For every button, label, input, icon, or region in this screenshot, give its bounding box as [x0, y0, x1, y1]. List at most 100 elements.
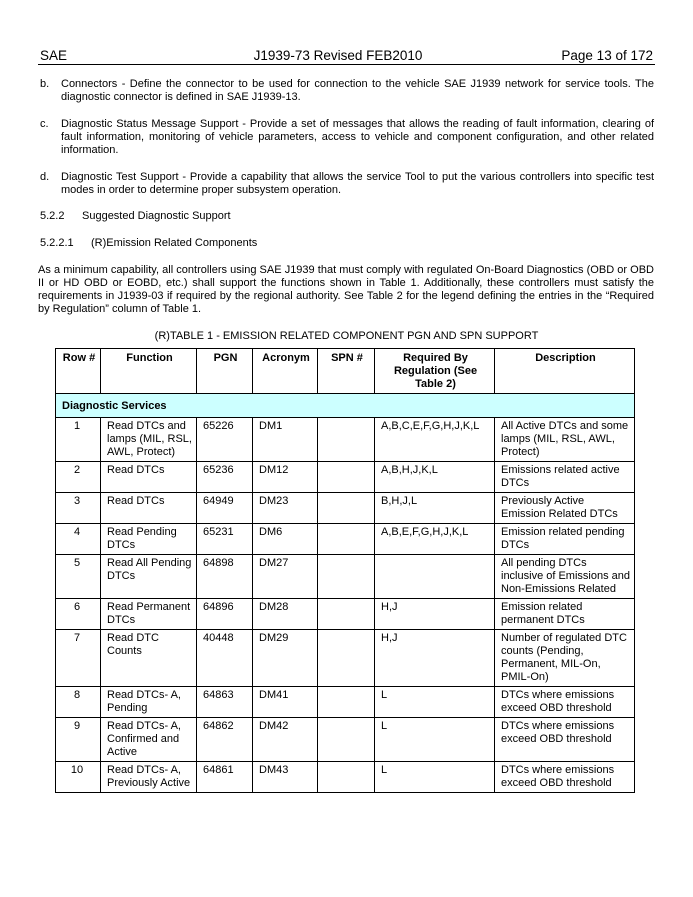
required-by-regulation-cell: L	[374, 686, 495, 718]
spn-cell	[317, 492, 375, 524]
section-title: (R)Emission Related Components	[91, 237, 258, 249]
acronym-cell: DM29	[252, 629, 318, 687]
function-cell: Read All Pending DTCs	[100, 554, 197, 599]
table-row: 7 Read DTC Counts 40448 DM29 H,J Number of re…	[55, 629, 635, 687]
function-cell: Read DTCs and lamps (MIL, RSL, AWL, Prot…	[100, 417, 197, 462]
row-number-cell: 4	[55, 523, 101, 555]
list-marker: b.	[40, 78, 50, 90]
acronym-cell: DM6	[252, 523, 318, 555]
section-title: Suggested Diagnostic Support	[82, 210, 231, 222]
required-by-regulation-cell: L	[374, 761, 495, 793]
spn-cell	[317, 761, 375, 793]
function-cell: Read DTC Counts	[100, 629, 197, 687]
header-org: SAE	[40, 48, 68, 63]
required-by-regulation-cell: A,B,C,E,F,G,H,J,K,L	[374, 417, 495, 462]
description-cell: All pending DTCs inclusive of Emissions …	[494, 554, 635, 599]
required-by-regulation-cell: A,B,E,F,G,H,J,K,L	[374, 523, 495, 555]
function-cell: Read Permanent DTCs	[100, 598, 197, 630]
description-cell: All Active DTCs and some lamps (MIL, RSL…	[494, 417, 635, 462]
pgn-cell: 65236	[196, 461, 253, 493]
list-item-text: Diagnostic Status Message Support - Prov…	[61, 118, 654, 156]
description-cell: DTCs where emissions exceed OBD threshol…	[494, 686, 635, 718]
list-marker: c.	[40, 118, 49, 130]
pgn-cell: 64898	[196, 554, 253, 599]
intro-paragraph: As a minimum capability, all controllers…	[38, 264, 654, 315]
row-number-cell: 2	[55, 461, 101, 493]
table-caption: (R)TABLE 1 - EMISSION RELATED COMPONENT …	[154, 330, 539, 342]
row-number-cell: 6	[55, 598, 101, 630]
function-cell: Read DTCs	[100, 461, 197, 493]
header-document-id: J1939-73 Revised FEB2010	[253, 48, 423, 63]
required-by-regulation-cell: B,H,J,L	[374, 492, 495, 524]
row-number-cell: 1	[55, 417, 101, 462]
acronym-cell: DM27	[252, 554, 318, 599]
pgn-cell: 65231	[196, 523, 253, 555]
required-by-regulation-cell: L	[374, 717, 495, 762]
list-item-text: Diagnostic Test Support - Provide a capa…	[61, 171, 654, 196]
spn-cell	[317, 629, 375, 687]
required-by-regulation-cell	[374, 554, 495, 599]
page-header: SAE J1939-73 Revised FEB2010 Page 13 of …	[38, 47, 655, 65]
acronym-cell: DM41	[252, 686, 318, 718]
column-header-description: Description	[494, 348, 635, 394]
table-row: 1 Read DTCs and lamps (MIL, RSL, AWL, Pro…	[55, 417, 635, 462]
acronym-cell: DM28	[252, 598, 318, 630]
function-cell: Read DTCs- A, Previously Active	[100, 761, 197, 793]
function-cell: Read DTCs- A, Pending	[100, 686, 197, 718]
pgn-cell: 64949	[196, 492, 253, 524]
table-row: 5 Read All Pending DTCs 64898 DM27 All pendi…	[55, 554, 635, 599]
acronym-cell: DM1	[252, 417, 318, 462]
section-heading-5-2-2-1: 5.2.2.1 (R)Emission Related Components	[40, 237, 257, 249]
header-page-number: Page 13 of 172	[561, 48, 653, 63]
row-number-cell: 5	[55, 554, 101, 599]
pgn-cell: 64896	[196, 598, 253, 630]
description-cell: DTCs where emissions exceed OBD threshol…	[494, 761, 635, 793]
row-number-cell: 10	[55, 761, 101, 793]
description-cell: Number of regulated DTC counts (Pending,…	[494, 629, 635, 687]
pgn-cell: 64861	[196, 761, 253, 793]
pgn-spn-support-table: Row # Function PGN Acronym SPN # Require…	[55, 348, 635, 793]
column-header-function: Function	[100, 348, 197, 394]
table-row: 3 Read DTCs 64949 DM23 B,H,J,L Previously Act…	[55, 492, 635, 524]
table-row: 4 Read Pending DTCs 65231 DM6 A,B,E,F,G,H,J,…	[55, 523, 635, 555]
list-item-text: Connectors - Define the connector to be …	[61, 78, 654, 103]
table-row: 9 Read DTCs- A, Confirmed and Active 64862…	[55, 717, 635, 762]
acronym-cell: DM12	[252, 461, 318, 493]
description-cell: Emissions related active DTCs	[494, 461, 635, 493]
spn-cell	[317, 717, 375, 762]
function-cell: Read Pending DTCs	[100, 523, 197, 555]
table-row: 8 Read DTCs- A, Pending 64863 DM41 L DTCs whe…	[55, 686, 635, 718]
required-by-regulation-cell: H,J	[374, 598, 495, 630]
spn-cell	[317, 598, 375, 630]
required-by-regulation-cell: A,B,H,J,K,L	[374, 461, 495, 493]
table-row: 10 Read DTCs- A, Previously Active 64861 DM…	[55, 761, 635, 793]
acronym-cell: DM42	[252, 717, 318, 762]
row-number-cell: 8	[55, 686, 101, 718]
acronym-cell: DM43	[252, 761, 318, 793]
spn-cell	[317, 686, 375, 718]
description-cell: Emission related permanent DTCs	[494, 598, 635, 630]
row-number-cell: 3	[55, 492, 101, 524]
acronym-cell: DM23	[252, 492, 318, 524]
group-label: Diagnostic Services	[55, 393, 635, 418]
column-header-pgn: PGN	[196, 348, 253, 394]
table-group-row: Diagnostic Services	[55, 393, 635, 418]
list-marker: d.	[40, 171, 50, 183]
pgn-cell: 64863	[196, 686, 253, 718]
column-header-row-number: Row #	[55, 348, 101, 394]
row-number-cell: 7	[55, 629, 101, 687]
pgn-cell: 64862	[196, 717, 253, 762]
spn-cell	[317, 417, 375, 462]
row-number-cell: 9	[55, 717, 101, 762]
function-cell: Read DTCs	[100, 492, 197, 524]
table-row: 2 Read DTCs 65236 DM12 A,B,H,J,K,L Emissions …	[55, 461, 635, 493]
section-number: 5.2.2.1	[40, 237, 74, 249]
spn-cell	[317, 461, 375, 493]
required-by-regulation-cell: H,J	[374, 629, 495, 687]
column-header-acronym: Acronym	[252, 348, 318, 394]
pgn-cell: 40448	[196, 629, 253, 687]
pgn-cell: 65226	[196, 417, 253, 462]
description-cell: Emission related pending DTCs	[494, 523, 635, 555]
table-row: 6 Read Permanent DTCs 64896 DM28 H,J Emission…	[55, 598, 635, 630]
column-header-required-by-regulation: Required By Regulation (See Table 2)	[374, 348, 495, 394]
